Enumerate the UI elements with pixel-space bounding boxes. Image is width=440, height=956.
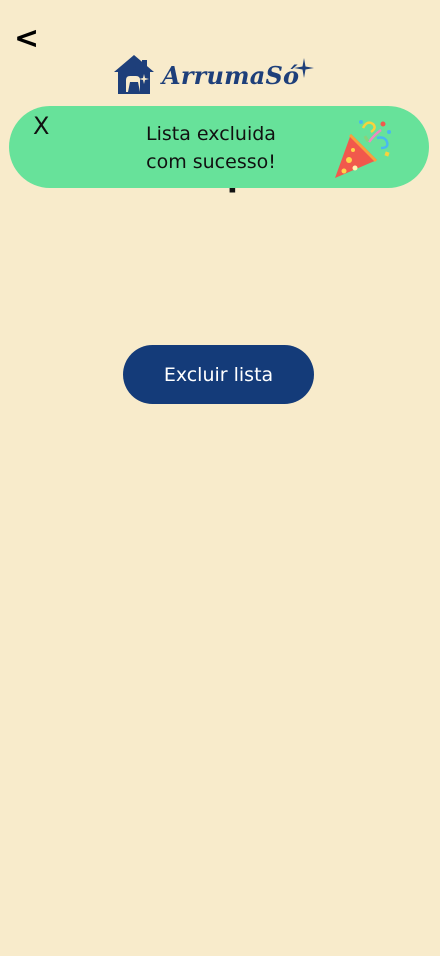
- toast-message-line2: com sucesso!: [146, 151, 276, 173]
- house-icon: [114, 55, 154, 94]
- party-popper-icon: [335, 120, 391, 178]
- delete-list-button[interactable]: Excluir lista: [123, 345, 314, 404]
- app-logo: ArrumaSó: [112, 52, 314, 96]
- success-toast: X Lista excluida com sucesso!: [9, 106, 429, 188]
- toast-message-line1: Lista excluida: [146, 123, 276, 145]
- sparkle-icon: [294, 58, 314, 78]
- toast-message: Lista excluida com sucesso!: [119, 120, 303, 176]
- back-button[interactable]: <: [14, 24, 39, 54]
- toast-close-button[interactable]: X: [33, 112, 49, 141]
- logo-text: ArrumaSó: [162, 60, 300, 90]
